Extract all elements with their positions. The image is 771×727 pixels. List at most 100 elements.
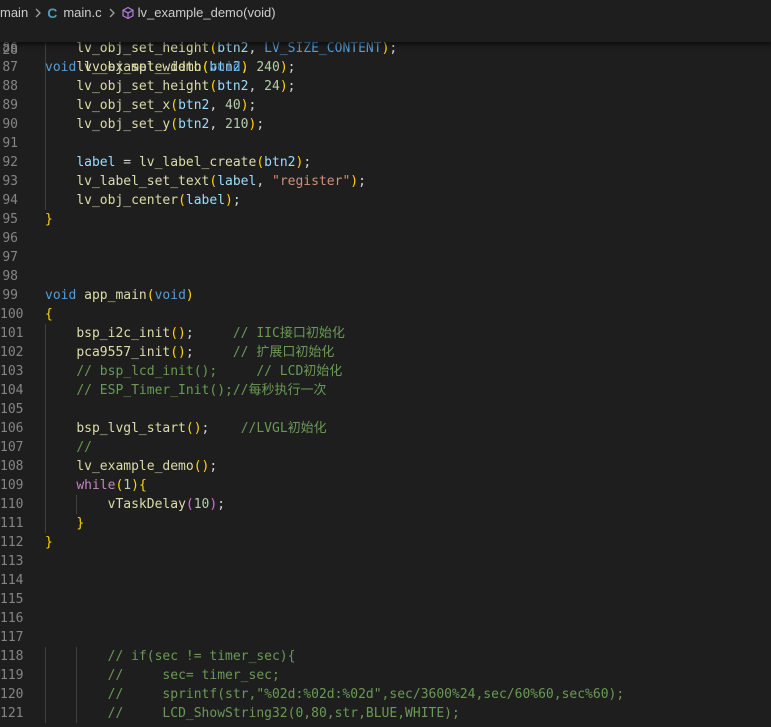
- breadcrumb-folder-label[interactable]: main: [0, 5, 28, 20]
- line-number: 101: [0, 325, 24, 341]
- code-token: ;: [287, 78, 296, 94]
- code-line[interactable]: 109 while(1){: [0, 475, 771, 495]
- code-line[interactable]: 89 lv_obj_set_x(btn2, 40);: [0, 95, 771, 115]
- code-token: // LCD_ShowString32(0,80,str,BLUE,WHITE)…: [107, 705, 460, 721]
- line-number: 92: [2, 154, 18, 170]
- code-line[interactable]: 100 {: [0, 305, 771, 324]
- code-line[interactable]: 103 // bsp_lcd_init(); // LCD初始化: [0, 361, 771, 381]
- code-token: //LVGL初始化: [240, 420, 327, 436]
- code-line[interactable]: 104 // ESP_Timer_Init();//每秒执行一次: [0, 380, 771, 400]
- line-number: 113: [0, 553, 24, 569]
- code-line[interactable]: 90 lv_obj_set_y(btn2, 210);: [0, 114, 771, 134]
- sticky-scroll-header[interactable]: 28 void lv_example_demo(void): [0, 25, 771, 75]
- code-line[interactable]: 94 lv_obj_center(label);: [0, 190, 771, 210]
- code-line[interactable]: 95}: [0, 210, 771, 229]
- code-line[interactable]: 110 vTaskDelay(10);: [0, 494, 771, 514]
- line-content: bsp_i2c_init(); // IIC接口初始化: [45, 324, 345, 343]
- code-line[interactable]: 118 // if(sec != timer_sec){: [0, 646, 771, 666]
- indent-guide: [45, 399, 46, 419]
- code-line[interactable]: 112}: [0, 533, 771, 552]
- code-token: label: [217, 173, 257, 189]
- code-token: lv_example_demo: [84, 60, 202, 75]
- code-editor[interactable]: 86 lv_obj_set_height(btn2, LV_SIZE_CONTE…: [0, 38, 771, 723]
- c-file-icon: C: [47, 4, 58, 21]
- code-line[interactable]: 92 label = lv_label_create(btn2);: [0, 152, 771, 172]
- code-line[interactable]: 106 bsp_lvgl_start(); //LVGL初始化: [0, 418, 771, 438]
- line-number: 109: [0, 477, 24, 493]
- code-token: (): [170, 344, 186, 360]
- code-line[interactable]: 98: [0, 267, 771, 286]
- line-content: // sec= timer_sec;: [45, 666, 280, 685]
- code-token: lv_obj_set_x: [76, 97, 171, 113]
- code-token: // sec= timer_sec;: [107, 667, 280, 683]
- line-number: 99: [2, 287, 18, 303]
- code-token: (): [193, 458, 210, 474]
- line-content: lv_example_demo();: [45, 457, 217, 476]
- sticky-scroll-line[interactable]: 28 void lv_example_demo(void): [0, 25, 771, 75]
- code-token: lv_obj_center: [76, 192, 179, 208]
- code-line[interactable]: 96: [0, 229, 771, 248]
- code-line[interactable]: 99 void app_main(void): [0, 286, 771, 305]
- code-line[interactable]: 121 // LCD_ShowString32(0,80,str,BLUE,WH…: [0, 703, 771, 723]
- code-token: ;: [185, 325, 233, 341]
- code-token: lv_example_demo: [76, 458, 194, 474]
- code-line[interactable]: 91: [0, 133, 771, 153]
- code-token: label: [76, 154, 116, 170]
- code-token: // bsp_lcd_init(); // LCD初始化: [76, 363, 343, 379]
- code-token: =: [115, 154, 139, 170]
- code-line[interactable]: 115: [0, 590, 771, 609]
- code-token: while: [76, 477, 116, 493]
- code-line[interactable]: 111 }: [0, 513, 771, 533]
- line-content: pca9557_init(); // 扩展口初始化: [45, 343, 334, 362]
- breadcrumb-file-label[interactable]: main.c: [63, 5, 101, 20]
- code-token: (: [170, 97, 179, 113]
- code-line[interactable]: 93 lv_label_set_text(label, "register");: [0, 171, 771, 191]
- line-number: 115: [0, 591, 24, 607]
- method-cube-icon: [121, 6, 135, 20]
- code-token: ): [240, 97, 249, 113]
- code-line[interactable]: 108 lv_example_demo();: [0, 456, 771, 476]
- code-token: ;: [389, 40, 398, 56]
- code-line[interactable]: 114: [0, 571, 771, 590]
- code-token: {: [45, 306, 53, 322]
- line-number: 106: [0, 420, 24, 436]
- code-line[interactable]: 119 // sec= timer_sec;: [0, 665, 771, 685]
- code-token: ): [240, 60, 249, 75]
- code-token: lv_obj_set_height: [76, 78, 210, 94]
- code-token: 24: [264, 78, 280, 94]
- code-line[interactable]: 116: [0, 609, 771, 628]
- code-line[interactable]: 102 pca9557_init(); // 扩展口初始化: [0, 342, 771, 362]
- line-content: // ESP_Timer_Init();//每秒执行一次: [45, 381, 326, 400]
- code-token: btn2: [178, 97, 210, 113]
- chevron-right-icon: [34, 8, 42, 18]
- code-token: 240: [256, 59, 280, 75]
- code-line[interactable]: 113: [0, 552, 771, 571]
- line-number: 89: [2, 97, 18, 113]
- breadcrumb-file[interactable]: C main.c: [47, 5, 101, 21]
- code-line[interactable]: 107 //: [0, 437, 771, 457]
- code-token: lv_label_create: [138, 154, 257, 170]
- breadcrumb-folder[interactable]: main: [0, 5, 28, 20]
- code-line[interactable]: 120 // sprintf(str,"%02d:%02d:%02d",sec/…: [0, 684, 771, 704]
- code-line[interactable]: 88 lv_obj_set_height(btn2, 24);: [0, 76, 771, 96]
- line-number: 111: [0, 515, 24, 531]
- breadcrumb-symbol-label[interactable]: lv_example_demo(void): [138, 5, 276, 20]
- code-token: (): [170, 325, 186, 341]
- line-content: lv_obj_set_y(btn2, 210);: [45, 115, 264, 134]
- code-line[interactable]: 97: [0, 248, 771, 267]
- code-token: ;: [201, 420, 241, 436]
- code-line[interactable]: 117: [0, 628, 771, 647]
- code-line[interactable]: 101 bsp_i2c_init(); // IIC接口初始化: [0, 323, 771, 343]
- breadcrumb-symbol[interactable]: lv_example_demo(void): [121, 5, 276, 20]
- line-content: vTaskDelay(10);: [45, 495, 225, 514]
- code-line[interactable]: 105: [0, 399, 771, 419]
- line-content: // bsp_lcd_init(); // LCD初始化: [45, 362, 342, 381]
- code-token: void: [45, 60, 77, 75]
